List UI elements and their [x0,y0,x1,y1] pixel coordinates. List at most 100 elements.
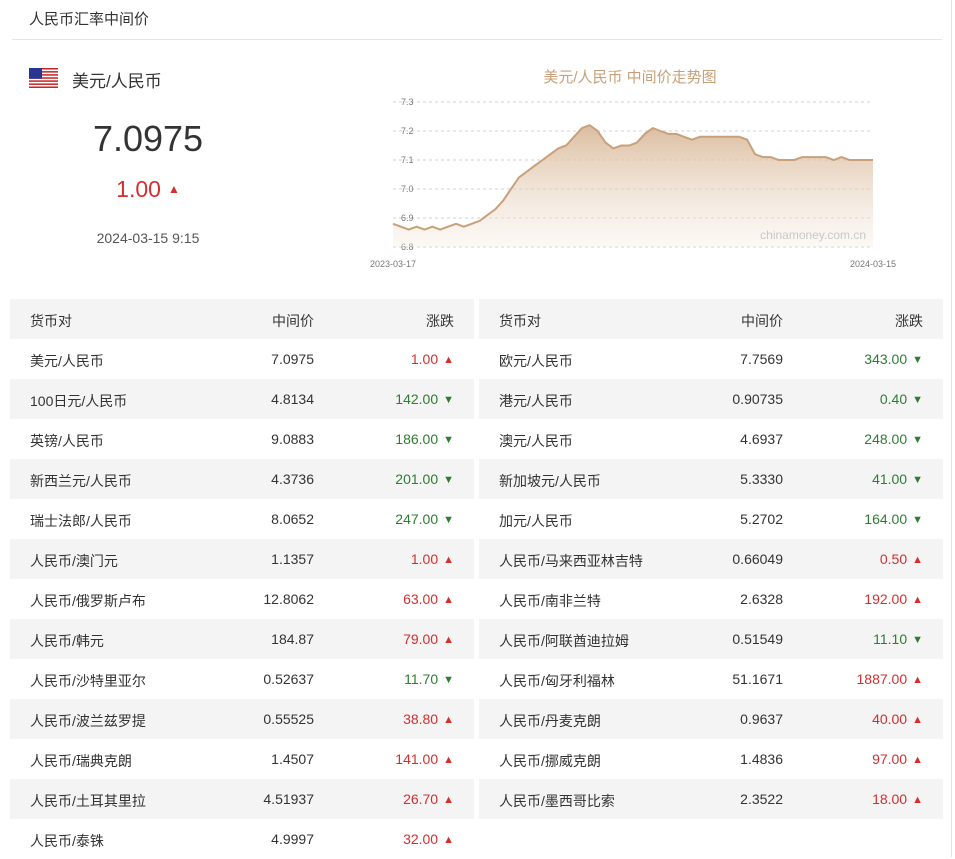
row-pair: 人民币/南非兰特 [499,593,601,609]
y-tick-label: 7.0 [401,184,414,194]
table-row[interactable]: 人民币/土耳其里拉 4.51937 26.70 ▲ [10,779,474,819]
row-mid-rate: 7.7569 [740,351,783,367]
row-pair: 新西兰元/人民币 [30,473,132,489]
row-change: 18.00 ▲ [872,791,923,807]
arrow-up-icon: ▲ [443,554,454,566]
col-header-pair: 货币对 [30,313,72,329]
y-tick-label: 7.2 [401,126,414,136]
row-change-value: 97.00 [872,751,908,767]
y-tick-label: 6.9 [401,213,414,223]
y-tick-label: 7.1 [401,155,414,165]
row-pair: 人民币/波兰兹罗提 [30,713,146,729]
row-mid-rate: 8.0652 [271,511,314,527]
table-row[interactable]: 港元/人民币 0.90735 0.40 ▼ [479,379,943,419]
row-change-value: 41.00 [872,471,908,487]
row-change-value: 164.00 [864,511,908,527]
row-change: 1887.00 ▲ [857,671,924,687]
arrow-down-icon: ▼ [443,674,454,686]
row-change-value: 63.00 [403,591,439,607]
row-change: 1.00 ▲ [411,351,454,367]
arrow-up-icon: ▲ [167,182,180,196]
row-pair: 港元/人民币 [499,393,573,409]
row-pair: 人民币/墨西哥比索 [499,793,615,809]
featured-rate-change: 1.00 ▲ [28,176,268,203]
row-change: 11.70 ▼ [404,671,454,687]
chart-title: 美元/人民币 中间价走势图 [543,69,717,86]
arrow-up-icon: ▲ [912,554,923,566]
table-row[interactable]: 人民币/南非兰特 2.6328 192.00 ▲ [479,579,943,619]
arrow-up-icon: ▲ [912,594,923,606]
row-pair: 新加坡元/人民币 [499,473,601,489]
row-mid-rate: 2.3522 [740,791,783,807]
table-row[interactable]: 欧元/人民币 7.7569 343.00 ▼ [479,339,943,379]
row-change-value: 0.40 [879,391,908,407]
table-row[interactable]: 人民币/澳门元 1.1357 1.00 ▲ [10,539,474,579]
row-change: 247.00 ▼ [395,511,454,527]
table-row[interactable]: 新西兰元/人民币 4.3736 201.00 ▼ [10,459,474,499]
row-change-value: 40.00 [872,711,908,727]
featured-change-value: 1.00 [116,176,161,202]
row-change: 41.00 ▼ [872,471,923,487]
col-header-mid: 中间价 [741,313,783,329]
x-tick-end: 2024-03-15 [850,259,896,269]
row-change: 79.00 ▲ [403,631,454,647]
featured-timestamp: 2024-03-15 9:15 [96,230,200,246]
table-row[interactable]: 新加坡元/人民币 5.3330 41.00 ▼ [479,459,943,499]
row-mid-rate: 0.51549 [732,631,783,647]
arrow-down-icon: ▼ [912,434,923,446]
row-change: 11.10 ▼ [873,631,923,647]
table-row[interactable]: 瑞士法郎/人民币 8.0652 247.00 ▼ [10,499,474,539]
row-change: 142.00 ▼ [395,391,454,407]
row-pair: 人民币/俄罗斯卢布 [30,593,146,609]
row-pair: 瑞士法郎/人民币 [30,513,132,529]
table-row[interactable]: 人民币/墨西哥比索 2.3522 18.00 ▲ [479,779,943,819]
table-row[interactable]: 澳元/人民币 4.6937 248.00 ▼ [479,419,943,459]
row-change-value: 11.70 [404,671,439,687]
rates-table-left: 货币对 中间价 涨跌 美元/人民币 7.0975 1.00 ▲ 100日元/人民币 4.8… [10,299,474,859]
row-mid-rate: 0.52637 [263,671,314,687]
row-mid-rate: 4.51937 [263,791,314,807]
table-row[interactable]: 人民币/阿联酋迪拉姆 0.51549 11.10 ▼ [479,619,943,659]
row-change-value: 1.00 [410,351,439,367]
table-row[interactable]: 英镑/人民币 9.0883 186.00 ▼ [10,419,474,459]
arrow-down-icon: ▼ [443,434,454,446]
table-row[interactable]: 人民币/俄罗斯卢布 12.8062 63.00 ▲ [10,579,474,619]
arrow-down-icon: ▼ [443,514,454,526]
row-change-value: 1.00 [410,551,439,567]
table-row[interactable]: 人民币/丹麦克朗 0.9637 40.00 ▲ [479,699,943,739]
row-mid-rate: 7.0975 [271,351,314,367]
row-change: 97.00 ▲ [872,751,923,767]
table-row[interactable]: 人民币/沙特里亚尔 0.52637 11.70 ▼ [10,659,474,699]
row-mid-rate: 5.2702 [740,511,783,527]
arrow-up-icon: ▲ [912,754,923,766]
table-row[interactable]: 人民币/瑞典克朗 1.4507 141.00 ▲ [10,739,474,779]
row-change: 201.00 ▼ [395,471,454,487]
row-change: 0.50 ▲ [880,551,923,567]
arrow-down-icon: ▼ [443,394,454,406]
table-row[interactable]: 人民币/泰铢 4.9997 32.00 ▲ [10,819,474,859]
table-row[interactable]: 人民币/匈牙利福林 51.1671 1887.00 ▲ [479,659,943,699]
table-row[interactable]: 人民币/挪威克朗 1.4836 97.00 ▲ [479,739,943,779]
row-mid-rate: 51.1671 [732,671,783,687]
table-row[interactable]: 100日元/人民币 4.8134 142.00 ▼ [10,379,474,419]
row-change-value: 11.10 [873,631,908,647]
y-tick-label: 7.3 [401,97,414,107]
table-row[interactable]: 人民币/韩元 184.87 79.00 ▲ [10,619,474,659]
arrow-up-icon: ▲ [443,354,454,366]
table-row[interactable]: 加元/人民币 5.2702 164.00 ▼ [479,499,943,539]
row-mid-rate: 9.0883 [271,431,314,447]
row-change-value: 1887.00 [856,671,908,687]
arrow-up-icon: ▲ [912,674,923,686]
row-change-value: 343.00 [864,351,908,367]
table-row[interactable]: 人民币/波兰兹罗提 0.55525 38.80 ▲ [10,699,474,739]
row-change-value: 32.00 [403,831,439,847]
table-row[interactable]: 人民币/马来西亚林吉特 0.66049 0.50 ▲ [479,539,943,579]
table-row[interactable]: 美元/人民币 7.0975 1.00 ▲ [10,339,474,379]
chart-watermark: chinamoney.com.cn [760,228,866,242]
row-change: 186.00 ▼ [395,431,454,447]
row-change: 26.70 ▲ [403,791,454,807]
row-pair: 欧元/人民币 [499,353,573,369]
trend-chart: 7.37.27.17.06.96.8 chinamoney.com.cn 202… [370,97,896,269]
row-change: 63.00 ▲ [403,591,454,607]
row-pair: 人民币/马来西亚林吉特 [499,553,643,569]
